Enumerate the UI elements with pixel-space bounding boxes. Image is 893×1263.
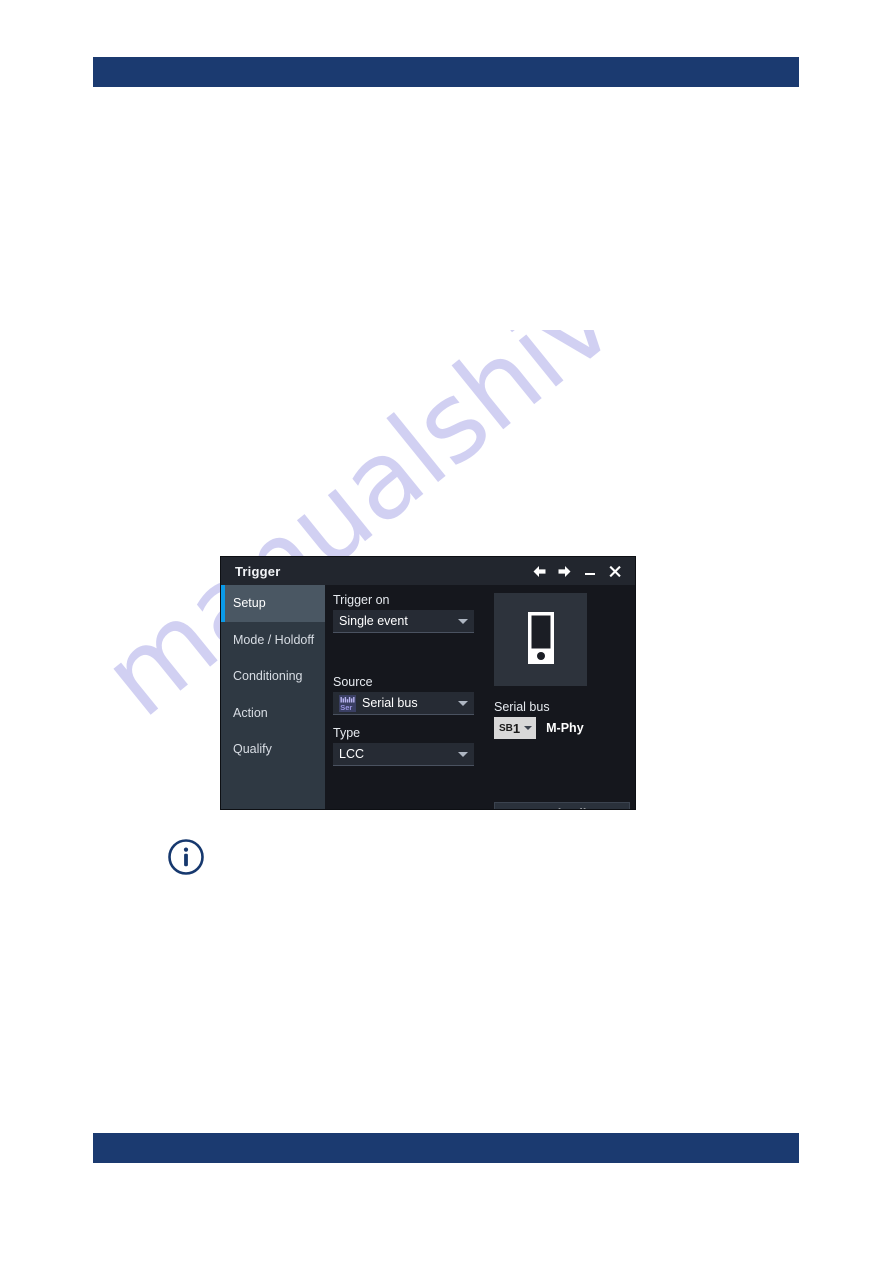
- type-group: Type LCC: [333, 726, 474, 766]
- nav-item-conditioning[interactable]: Conditioning: [221, 658, 325, 695]
- dialog-nav: Setup Mode / Holdoff Conditioning Action…: [221, 585, 325, 809]
- dialog-title: Trigger: [235, 563, 281, 579]
- mobile-device-icon: [524, 610, 558, 669]
- dialog-content: Trigger on Single event Source Ser Seria…: [325, 585, 635, 809]
- page-footer-bar: [93, 1133, 799, 1163]
- trigger-on-value: Single event: [339, 614, 408, 628]
- trigger-preview: [494, 593, 587, 686]
- nav-item-qualify[interactable]: Qualify: [221, 731, 325, 768]
- settings-left-column: Trigger on Single event Source Ser Seria…: [333, 593, 474, 766]
- nav-item-mode-holdoff[interactable]: Mode / Holdoff: [221, 622, 325, 659]
- serial-bus-value-number: 1: [512, 720, 521, 736]
- serial-bus-select[interactable]: SB 1: [494, 717, 537, 739]
- type-dropdown[interactable]: LCC: [333, 743, 474, 766]
- chevron-down-icon: [458, 701, 468, 706]
- set-details-button[interactable]: Set details: [494, 802, 630, 809]
- serial-bus-label: Serial bus: [494, 700, 550, 714]
- chevron-down-icon: [458, 619, 468, 624]
- source-group: Source Ser Serial bus: [333, 675, 474, 715]
- serial-bus-protocol: M-Phy: [546, 721, 584, 735]
- chevron-down-icon: [458, 752, 468, 757]
- forward-arrow-icon[interactable]: [552, 559, 577, 583]
- type-label: Type: [333, 726, 361, 740]
- nav-item-label: Mode / Holdoff: [233, 632, 315, 647]
- back-arrow-icon[interactable]: [527, 559, 552, 583]
- serial-bus-group: Serial bus SB 1 M-Phy: [494, 700, 630, 739]
- dialog-titlebar: Trigger: [221, 557, 635, 585]
- serial-bus-row: SB 1 M-Phy: [494, 717, 630, 739]
- trigger-dialog: Trigger Setup Mode / Holdoff Conditionin…: [221, 557, 635, 809]
- source-dropdown[interactable]: Ser Serial bus: [333, 692, 474, 715]
- chevron-down-icon: [524, 726, 533, 730]
- source-label: Source: [333, 675, 373, 689]
- nav-item-label: Conditioning: [233, 669, 303, 684]
- type-value: LCC: [339, 747, 365, 761]
- serial-bus-value-prefix: SB: [499, 722, 513, 734]
- minimize-icon[interactable]: [577, 559, 602, 583]
- trigger-on-dropdown[interactable]: Single event: [333, 610, 474, 633]
- nav-item-label: Setup: [233, 596, 266, 611]
- dialog-body: Setup Mode / Holdoff Conditioning Action…: [221, 585, 635, 809]
- trigger-on-group: Trigger on Single event: [333, 593, 474, 633]
- close-icon[interactable]: [602, 559, 627, 583]
- trigger-on-label: Trigger on: [333, 593, 390, 607]
- source-value: Serial bus: [362, 696, 418, 710]
- nav-item-label: Qualify: [233, 742, 272, 757]
- nav-item-action[interactable]: Action: [221, 695, 325, 732]
- svg-text:Ser: Ser: [340, 703, 352, 712]
- nav-item-label: Action: [233, 705, 268, 720]
- nav-item-setup[interactable]: Setup: [221, 585, 325, 622]
- page-header-bar: [93, 57, 799, 87]
- set-details-label: Set details: [531, 807, 594, 810]
- settings-right-column: Serial bus SB 1 M-Phy: [494, 593, 630, 739]
- serial-bus-icon: Ser: [339, 694, 356, 712]
- info-circle-icon: [167, 838, 205, 876]
